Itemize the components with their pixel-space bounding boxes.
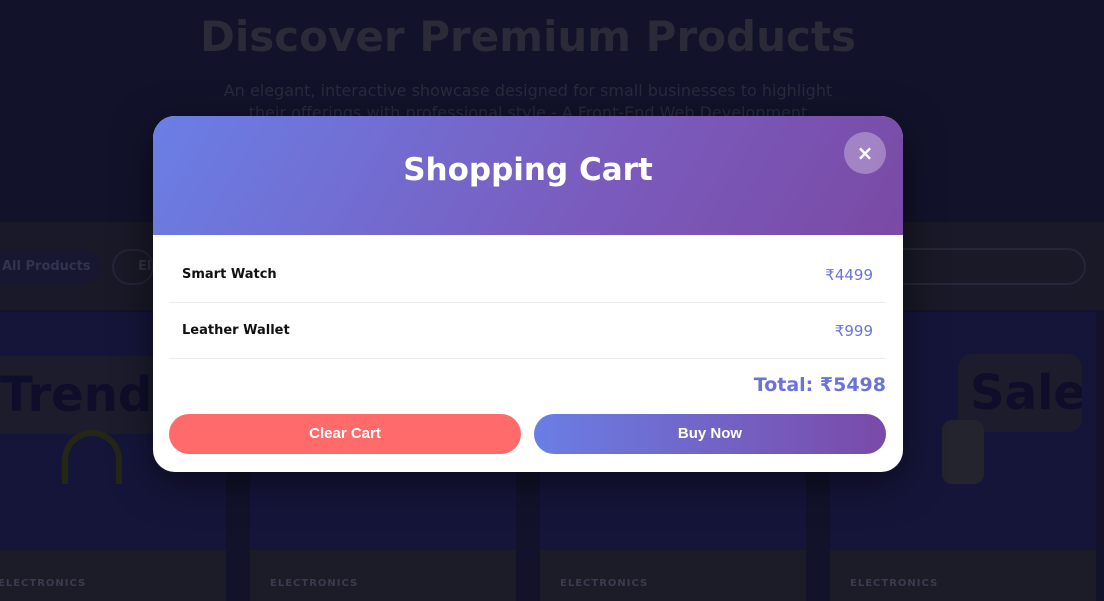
cart-modal-header: Shopping Cart × <box>153 116 903 235</box>
cart-item-price: ₹999 <box>834 322 873 340</box>
cart-total: Total: ₹5498 <box>753 374 886 396</box>
cart-item-price: ₹4499 <box>825 266 873 284</box>
buy-now-button[interactable]: Buy Now <box>534 414 886 454</box>
cart-item: Smart Watch ₹4499 <box>169 247 886 303</box>
cart-item: Leather Wallet ₹999 <box>169 303 886 359</box>
cart-title: Shopping Cart <box>403 152 653 188</box>
clear-cart-button[interactable]: Clear Cart <box>169 414 521 454</box>
close-icon: × <box>856 141 874 165</box>
close-button[interactable]: × <box>844 132 886 174</box>
cart-item-name: Smart Watch <box>182 267 277 282</box>
cart-modal: Shopping Cart × Smart Watch ₹4499 Leathe… <box>153 116 903 472</box>
cart-item-name: Leather Wallet <box>182 323 290 338</box>
